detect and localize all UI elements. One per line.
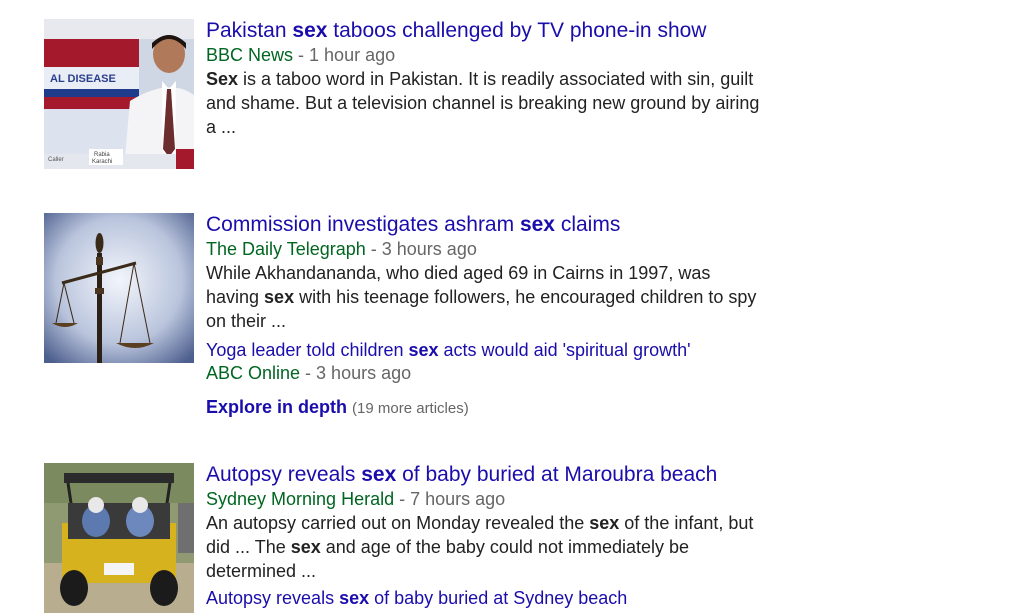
title-text: Autopsy reveals: [206, 588, 340, 608]
snippet-line: a ...: [206, 117, 237, 137]
snippet-line: Sex is a taboo word in Pakistan. It is r…: [206, 67, 826, 91]
meta-separator: -: [365, 239, 382, 259]
snippet-text: of the infant, but: [619, 513, 754, 533]
title-highlight: sex: [292, 19, 328, 42]
news-time: 7 hours ago: [410, 489, 506, 509]
title-highlight: sex: [408, 340, 439, 360]
related-title-link[interactable]: Yoga leader told children sex acts would…: [206, 339, 826, 361]
title-highlight: sex: [339, 588, 370, 608]
title-text: Pakistan: [206, 19, 293, 42]
news-body: Pakistan sex taboos challenged by TV pho…: [206, 19, 826, 139]
snippet-line: on their ...: [206, 311, 287, 331]
news-thumbnail[interactable]: AL DISEASE Rabia Karachi Caller: [44, 19, 194, 169]
snippet-text: did ... The: [206, 537, 291, 557]
news-thumbnail[interactable]: [44, 463, 194, 613]
news-body: Commission investigates ashram sex claim…: [206, 213, 826, 421]
snippet-line: An autopsy carried out on Monday reveale…: [206, 511, 826, 535]
snippet-text: is a taboo word in Pakistan. It is readi…: [238, 69, 754, 89]
thumb-chip-caller: Caller: [48, 157, 64, 163]
snippet-highlight: Sex: [206, 69, 239, 89]
news-time: 1 hour ago: [309, 45, 396, 65]
title-highlight: sex: [519, 213, 555, 236]
explore-in-depth-link[interactable]: Explore in depth: [206, 397, 347, 417]
news-title-link[interactable]: Pakistan sex taboos challenged by TV pho…: [206, 19, 826, 43]
title-text: of baby buried at Maroubra beach: [396, 463, 718, 486]
title-text: of baby buried at Sydney beach: [369, 588, 628, 608]
snippet-line: did ... The sex and age of the baby coul…: [206, 535, 826, 559]
snippet-line: and shame. But a television channel is b…: [206, 93, 760, 113]
title-text: claims: [555, 213, 621, 236]
related-time: 3 hours ago: [316, 363, 412, 383]
snippet-line: having sex with his teenage followers, h…: [206, 285, 826, 309]
related-source: ABC Online: [206, 363, 301, 383]
news-title-link[interactable]: Commission investigates ashram sex claim…: [206, 213, 826, 237]
news-title-link[interactable]: Autopsy reveals sex of baby buried at Ma…: [206, 463, 826, 487]
related-article: Yoga leader told children sex acts would…: [206, 339, 826, 385]
news-meta: The Daily Telegraph - 3 hours ago: [206, 237, 826, 261]
snippet-highlight: sex: [589, 513, 620, 533]
related-meta: ABC Online - 3 hours ago: [206, 361, 826, 385]
snippet-line: While Akhandananda, who died aged 69 in …: [206, 263, 711, 283]
snippet-text: with his teenage followers, he encourage…: [294, 287, 757, 307]
snippet-text: having: [206, 287, 265, 307]
meta-separator: -: [394, 489, 411, 509]
snippet-highlight: sex: [290, 537, 321, 557]
thumb-caption: AL DISEASE: [50, 73, 116, 85]
news-body: Autopsy reveals sex of baby buried at Ma…: [206, 463, 826, 609]
news-source: Sydney Morning Herald: [206, 489, 395, 509]
snippet-line: determined ...: [206, 561, 317, 581]
news-time: 3 hours ago: [381, 239, 477, 259]
more-articles-count: (19 more articles): [352, 400, 469, 417]
news-meta: Sydney Morning Herald - 7 hours ago: [206, 487, 826, 511]
snippet-highlight: sex: [264, 287, 295, 307]
title-text: Yoga leader told children: [206, 340, 409, 360]
explore-in-depth: Explore in depth (19 more articles): [206, 395, 826, 421]
news-snippet: While Akhandananda, who died aged 69 in …: [206, 261, 826, 333]
news-snippet: An autopsy carried out on Monday reveale…: [206, 511, 826, 583]
thumb-chip-name: Rabia: [94, 152, 110, 158]
related-title-link[interactable]: Autopsy reveals sex of baby buried at Sy…: [206, 587, 826, 609]
title-text: Commission investigates ashram: [206, 213, 520, 236]
related-article: Autopsy reveals sex of baby buried at Sy…: [206, 587, 826, 609]
meta-separator: -: [300, 363, 317, 383]
snippet-text: and age of the baby could not immediatel…: [320, 537, 690, 557]
news-snippet: Sex is a taboo word in Pakistan. It is r…: [206, 67, 826, 139]
title-text: taboos challenged by TV phone-in show: [327, 19, 707, 42]
news-source: The Daily Telegraph: [206, 239, 366, 259]
snippet-text: An autopsy carried out on Monday reveale…: [206, 513, 590, 533]
news-thumbnail[interactable]: [44, 213, 194, 363]
news-source: BBC News: [206, 45, 294, 65]
title-text: acts would aid 'spiritual growth': [438, 340, 691, 360]
scales-of-justice-image: [44, 213, 194, 363]
beach-vehicle-image: [44, 463, 194, 613]
tv-show-image: AL DISEASE Rabia Karachi Caller: [44, 19, 194, 169]
thumb-chip-city: Karachi: [92, 159, 112, 165]
title-highlight: sex: [361, 463, 397, 486]
meta-separator: -: [293, 45, 310, 65]
title-text: Autopsy reveals: [206, 463, 362, 486]
news-meta: BBC News - 1 hour ago: [206, 43, 826, 67]
